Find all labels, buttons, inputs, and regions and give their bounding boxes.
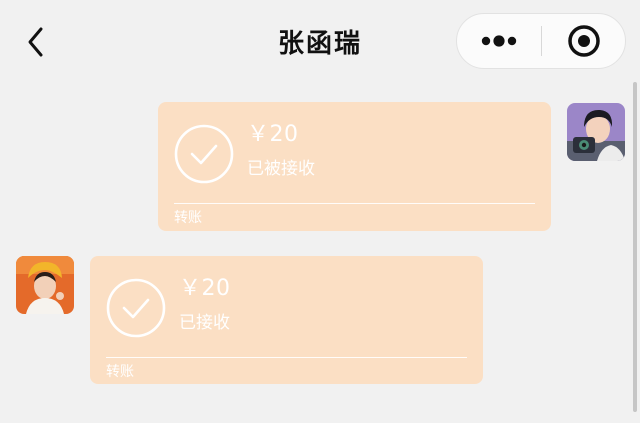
scrollbar[interactable]	[633, 82, 637, 412]
check-circle-icon	[174, 124, 234, 184]
transfer-amount: ￥20	[247, 122, 299, 147]
transfer-status: 已接收	[179, 313, 230, 333]
capsule-divider	[541, 26, 542, 56]
transfer-bubble-other[interactable]: ￥20 已接收 转账	[90, 256, 483, 384]
chevron-left-icon	[28, 27, 43, 57]
avatar-other[interactable]	[16, 256, 74, 314]
transfer-status: 已被接收	[247, 159, 315, 179]
bubble-divider	[106, 357, 467, 358]
bubble-divider	[174, 203, 535, 204]
check-circle-icon	[106, 278, 166, 338]
transfer-amount: ￥20	[179, 276, 231, 301]
avatar-self[interactable]	[567, 103, 625, 161]
navigation-bar: 张函瑞	[0, 0, 640, 86]
more-button[interactable]	[457, 14, 541, 68]
mini-program-capsule	[456, 13, 626, 69]
close-button[interactable]	[543, 14, 625, 68]
chat-title: 张函瑞	[277, 29, 362, 59]
more-dots-icon	[481, 35, 517, 47]
transfer-bubble-self[interactable]: ￥20 已被接收 转账	[158, 102, 551, 231]
transfer-label: 转账	[174, 210, 202, 226]
avatar-other-image	[16, 256, 74, 314]
chat-screen: 张函瑞 ￥20 已被接收 转账 ￥20 已接收 转账	[0, 0, 640, 423]
back-button[interactable]	[16, 22, 56, 62]
transfer-label: 转账	[106, 364, 134, 380]
avatar-self-image	[567, 103, 625, 161]
target-close-icon	[568, 25, 600, 57]
